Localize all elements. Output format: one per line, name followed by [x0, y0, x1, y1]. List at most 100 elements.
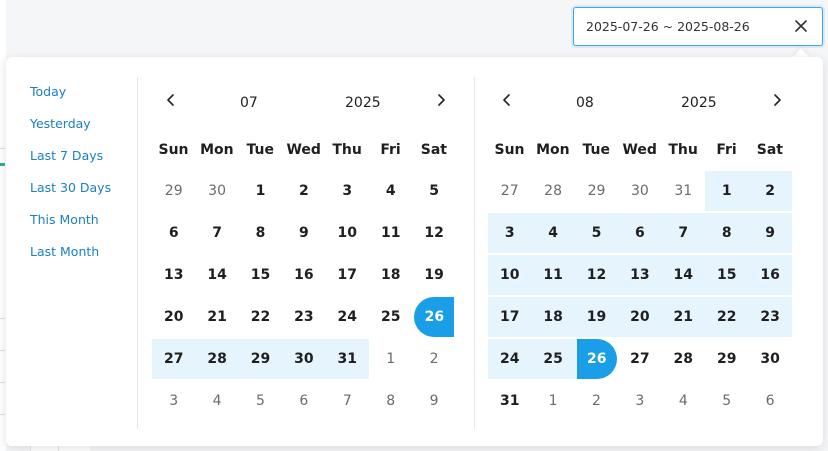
day-cell[interactable]: 11 — [369, 213, 412, 253]
close-icon[interactable] — [794, 19, 808, 33]
day-cell[interactable]: 12 — [412, 213, 455, 253]
day-cell[interactable]: 7 — [326, 381, 369, 421]
preset-yesterday[interactable]: Yesterday — [30, 115, 111, 147]
day-cell[interactable]: 31 — [325, 339, 369, 379]
date-range-input[interactable]: 2025-07-26 ~ 2025-08-26 — [573, 7, 823, 46]
day-cell[interactable]: 28 — [531, 171, 574, 211]
day-cell[interactable]: 12 — [574, 255, 619, 295]
day-cell[interactable]: 4 — [662, 381, 705, 421]
preset-last-month[interactable]: Last Month — [30, 243, 111, 275]
day-cell[interactable]: 17 — [488, 297, 532, 337]
day-cell[interactable]: 6 — [748, 381, 791, 421]
day-cell[interactable]: 14 — [661, 255, 705, 295]
day-cell[interactable]: 23 — [282, 297, 325, 337]
month-label[interactable]: 07 — [240, 95, 258, 111]
day-cell[interactable]: 6 — [282, 381, 325, 421]
preset-last-30-days[interactable]: Last 30 Days — [30, 179, 111, 211]
day-cell[interactable]: 28 — [195, 339, 239, 379]
day-cell[interactable]: 4 — [531, 213, 575, 253]
day-cell[interactable]: 27 — [618, 339, 661, 379]
day-cell[interactable]: 27 — [152, 339, 196, 379]
day-cell[interactable]: 3 — [488, 213, 532, 253]
day-cell[interactable]: 5 — [412, 171, 455, 211]
preset-today[interactable]: Today — [30, 83, 111, 115]
day-cell[interactable]: 5 — [574, 213, 619, 253]
day-cell[interactable]: 29 — [705, 339, 748, 379]
day-cell[interactable]: 1 — [369, 339, 412, 379]
day-cell[interactable]: 14 — [195, 255, 238, 295]
day-cell[interactable]: 17 — [326, 255, 369, 295]
day-cell[interactable]: 4 — [195, 381, 238, 421]
day-cell[interactable]: 25 — [369, 297, 412, 337]
day-cell-selected[interactable]: 26 — [412, 297, 455, 337]
day-cell[interactable]: 15 — [239, 255, 282, 295]
day-cell[interactable]: 29 — [238, 339, 283, 379]
preset-last-7-days[interactable]: Last 7 Days — [30, 147, 111, 179]
day-cell[interactable]: 25 — [531, 339, 575, 379]
day-cell[interactable]: 29 — [575, 171, 618, 211]
day-cell[interactable]: 18 — [369, 255, 412, 295]
day-cell[interactable]: 7 — [661, 213, 705, 253]
day-cell[interactable]: 2 — [575, 381, 618, 421]
day-cell[interactable]: 6 — [618, 213, 662, 253]
day-cell[interactable]: 2 — [412, 339, 455, 379]
day-cell[interactable]: 31 — [662, 171, 705, 211]
day-cell[interactable]: 9 — [748, 213, 792, 253]
day-cell[interactable]: 22 — [705, 297, 749, 337]
day-cell[interactable]: 1 — [239, 171, 282, 211]
day-cell[interactable]: 8 — [369, 381, 412, 421]
day-cell[interactable]: 2 — [748, 171, 792, 211]
day-cell[interactable]: 5 — [705, 381, 748, 421]
day-cell[interactable]: 9 — [412, 381, 455, 421]
day-cell[interactable]: 10 — [488, 255, 532, 295]
year-label[interactable]: 2025 — [345, 95, 381, 111]
day-cell[interactable]: 4 — [369, 171, 412, 211]
preset-this-month[interactable]: This Month — [30, 211, 111, 243]
day-cell[interactable]: 28 — [662, 339, 705, 379]
day-cell[interactable]: 9 — [282, 213, 325, 253]
day-cell[interactable]: 2 — [282, 171, 325, 211]
day-cell[interactable]: 15 — [705, 255, 749, 295]
day-cell[interactable]: 22 — [239, 297, 282, 337]
day-cell[interactable]: 6 — [152, 213, 195, 253]
day-cell[interactable]: 8 — [705, 213, 749, 253]
day-cell[interactable]: 3 — [618, 381, 661, 421]
month-label[interactable]: 08 — [576, 95, 594, 111]
day-cell[interactable]: 29 — [152, 171, 195, 211]
day-cell-selected[interactable]: 26 — [574, 339, 619, 379]
day-cell[interactable]: 27 — [488, 171, 531, 211]
day-cell[interactable]: 20 — [152, 297, 195, 337]
day-cell[interactable]: 5 — [239, 381, 282, 421]
day-cell[interactable]: 30 — [748, 339, 791, 379]
day-cell[interactable]: 21 — [661, 297, 705, 337]
day-cell[interactable]: 3 — [152, 381, 195, 421]
day-cell[interactable]: 3 — [326, 171, 369, 211]
day-cell[interactable]: 23 — [748, 297, 792, 337]
day-cell[interactable]: 24 — [488, 339, 532, 379]
day-cell[interactable]: 31 — [488, 381, 531, 421]
day-cell[interactable]: 24 — [326, 297, 369, 337]
day-cell[interactable]: 1 — [705, 171, 749, 211]
day-cell[interactable]: 11 — [531, 255, 575, 295]
day-cell[interactable]: 8 — [239, 213, 282, 253]
day-cell[interactable]: 20 — [618, 297, 662, 337]
chevron-right-icon[interactable] — [434, 93, 448, 107]
chevron-right-icon[interactable] — [770, 93, 784, 107]
day-cell[interactable]: 16 — [748, 255, 792, 295]
day-cell[interactable]: 13 — [618, 255, 662, 295]
chevron-left-icon[interactable] — [500, 93, 514, 107]
day-cell[interactable]: 19 — [412, 255, 455, 295]
day-cell[interactable]: 16 — [282, 255, 325, 295]
day-cell[interactable]: 30 — [282, 339, 326, 379]
day-cell[interactable]: 10 — [326, 213, 369, 253]
day-cell[interactable]: 19 — [574, 297, 619, 337]
chevron-left-icon[interactable] — [164, 93, 178, 107]
day-cell[interactable]: 30 — [618, 171, 661, 211]
day-cell[interactable]: 1 — [531, 381, 574, 421]
day-cell[interactable]: 7 — [195, 213, 238, 253]
day-cell[interactable]: 13 — [152, 255, 195, 295]
day-cell[interactable]: 21 — [195, 297, 238, 337]
day-cell[interactable]: 30 — [195, 171, 238, 211]
day-cell[interactable]: 18 — [531, 297, 575, 337]
year-label[interactable]: 2025 — [681, 95, 717, 111]
